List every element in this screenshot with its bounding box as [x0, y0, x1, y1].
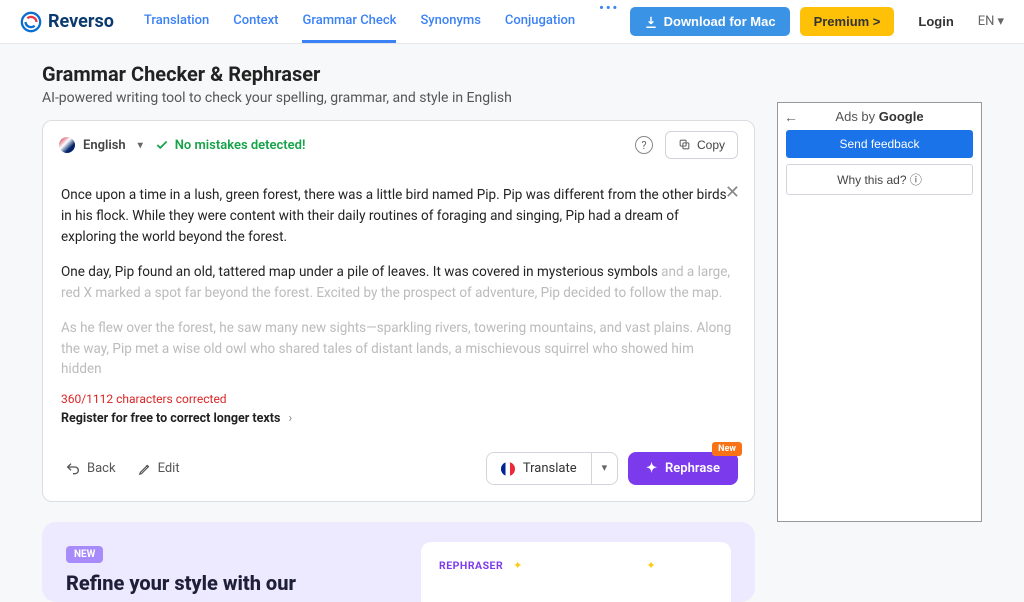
download-icon	[644, 15, 658, 29]
nav-conjugation[interactable]: Conjugation	[505, 1, 575, 43]
close-icon[interactable]: ✕	[725, 179, 740, 207]
promo-text: NEW Refine your style with our	[66, 542, 296, 602]
character-limit-note: 360/1112 characters corrected	[61, 390, 736, 409]
back-button[interactable]: Back	[59, 457, 122, 481]
edit-button[interactable]: Edit	[132, 457, 186, 480]
translate-button[interactable]: Translate	[487, 453, 591, 484]
copy-label: Copy	[697, 138, 725, 152]
text-language-label: English	[83, 138, 126, 153]
ad-title: Ads by Google	[786, 109, 973, 124]
top-header: Reverso Translation Context Grammar Chec…	[0, 0, 1024, 44]
chevron-down-icon: ▾	[138, 140, 143, 151]
translate-label: Translate	[523, 461, 577, 476]
help-icon[interactable]: ?	[635, 136, 653, 154]
ad-why-button[interactable]: Why this ad? ⓘ	[786, 164, 973, 195]
promo-preview-card: REPHRASER ✦ ✦	[421, 542, 731, 602]
ui-language-selector[interactable]: EN ▾	[978, 14, 1004, 29]
translate-dropdown[interactable]: ▾	[591, 453, 618, 484]
editor-body[interactable]: ✕ Once upon a time in a lush, green fore…	[43, 169, 754, 440]
copy-button[interactable]: Copy	[665, 131, 738, 159]
text-visible: One day, Pip found an old, tattered map …	[61, 264, 658, 280]
text-paragraph-1: Once upon a time in a lush, green forest…	[61, 185, 736, 248]
chevron-right-icon: ›	[288, 409, 292, 428]
promo-banner: NEW Refine your style with our REPHRASER…	[42, 522, 755, 602]
promo-new-badge: NEW	[66, 546, 103, 563]
pencil-icon	[138, 462, 152, 476]
check-icon	[155, 138, 169, 152]
status-text: No mistakes detected!	[175, 138, 306, 153]
nav-context[interactable]: Context	[233, 1, 278, 43]
sparkle-icon: ✦	[513, 559, 522, 572]
flag-fr-icon	[501, 462, 515, 476]
nav-more-icon[interactable]: •••	[599, 1, 619, 43]
text-language-selector[interactable]: English ▾	[59, 137, 143, 153]
flag-en-icon	[59, 137, 75, 153]
brand-logo[interactable]: Reverso	[20, 11, 114, 33]
main-nav: Translation Context Grammar Check Synony…	[144, 1, 619, 43]
text-paragraph-2: One day, Pip found an old, tattered map …	[61, 262, 736, 304]
login-button[interactable]: Login	[904, 7, 967, 36]
content-column: Grammar Checker & Rephraser AI-powered w…	[42, 62, 755, 602]
chevron-down-icon: ▾	[997, 14, 1004, 29]
editor-footer: Back Edit Translate ▾ New	[43, 440, 754, 501]
page-title: Grammar Checker & Rephraser	[42, 62, 755, 86]
editor-toolbar: English ▾ No mistakes detected! ? Copy	[43, 121, 754, 169]
rephrase-label: Rephrase	[665, 461, 720, 476]
editor-card: English ▾ No mistakes detected! ? Copy ✕	[42, 120, 755, 502]
promo-card-label: REPHRASER	[439, 559, 503, 572]
main-layout: Grammar Checker & Rephraser AI-powered w…	[0, 44, 1024, 602]
editor-footer-right: Translate ▾ New ✦ Rephrase	[486, 452, 738, 485]
reverso-logo-icon	[20, 11, 42, 33]
text-paragraph-3: As he flew over the forest, he saw many …	[61, 318, 736, 381]
status-ok: No mistakes detected!	[155, 138, 306, 153]
back-label: Back	[87, 461, 116, 476]
nav-grammar-check[interactable]: Grammar Check	[302, 1, 396, 43]
promo-title: Refine your style with our	[66, 571, 296, 595]
register-label: Register for free to correct longer text…	[61, 409, 280, 428]
page-subtitle: AI-powered writing tool to check your sp…	[42, 90, 755, 106]
edit-label: Edit	[158, 461, 180, 476]
ad-container: ← Ads by Google Send feedback Why this a…	[777, 102, 982, 522]
premium-button[interactable]: Premium >	[800, 7, 895, 36]
undo-icon	[65, 461, 81, 477]
ad-feedback-button[interactable]: Send feedback	[786, 130, 973, 158]
sparkle-icon: ✦	[646, 559, 655, 572]
brand-name: Reverso	[48, 11, 114, 32]
copy-icon	[678, 138, 691, 151]
ad-sidebar: ← Ads by Google Send feedback Why this a…	[777, 102, 982, 602]
register-prompt[interactable]: Register for free to correct longer text…	[61, 409, 736, 428]
ad-back-arrow-icon[interactable]: ←	[784, 109, 798, 125]
header-right: Download for Mac Premium > Login EN ▾	[630, 7, 1004, 36]
download-button[interactable]: Download for Mac	[630, 7, 790, 36]
translate-button-group: Translate ▾	[486, 452, 618, 485]
nav-translation[interactable]: Translation	[144, 1, 209, 43]
editor-toolbar-right: ? Copy	[635, 131, 738, 159]
sparkle-icon: ✦	[646, 461, 657, 476]
nav-synonyms[interactable]: Synonyms	[420, 1, 480, 43]
rephrase-button[interactable]: New ✦ Rephrase	[628, 452, 738, 485]
download-label: Download for Mac	[664, 14, 776, 29]
ui-language-label: EN	[978, 14, 995, 29]
new-badge: New	[712, 442, 742, 456]
